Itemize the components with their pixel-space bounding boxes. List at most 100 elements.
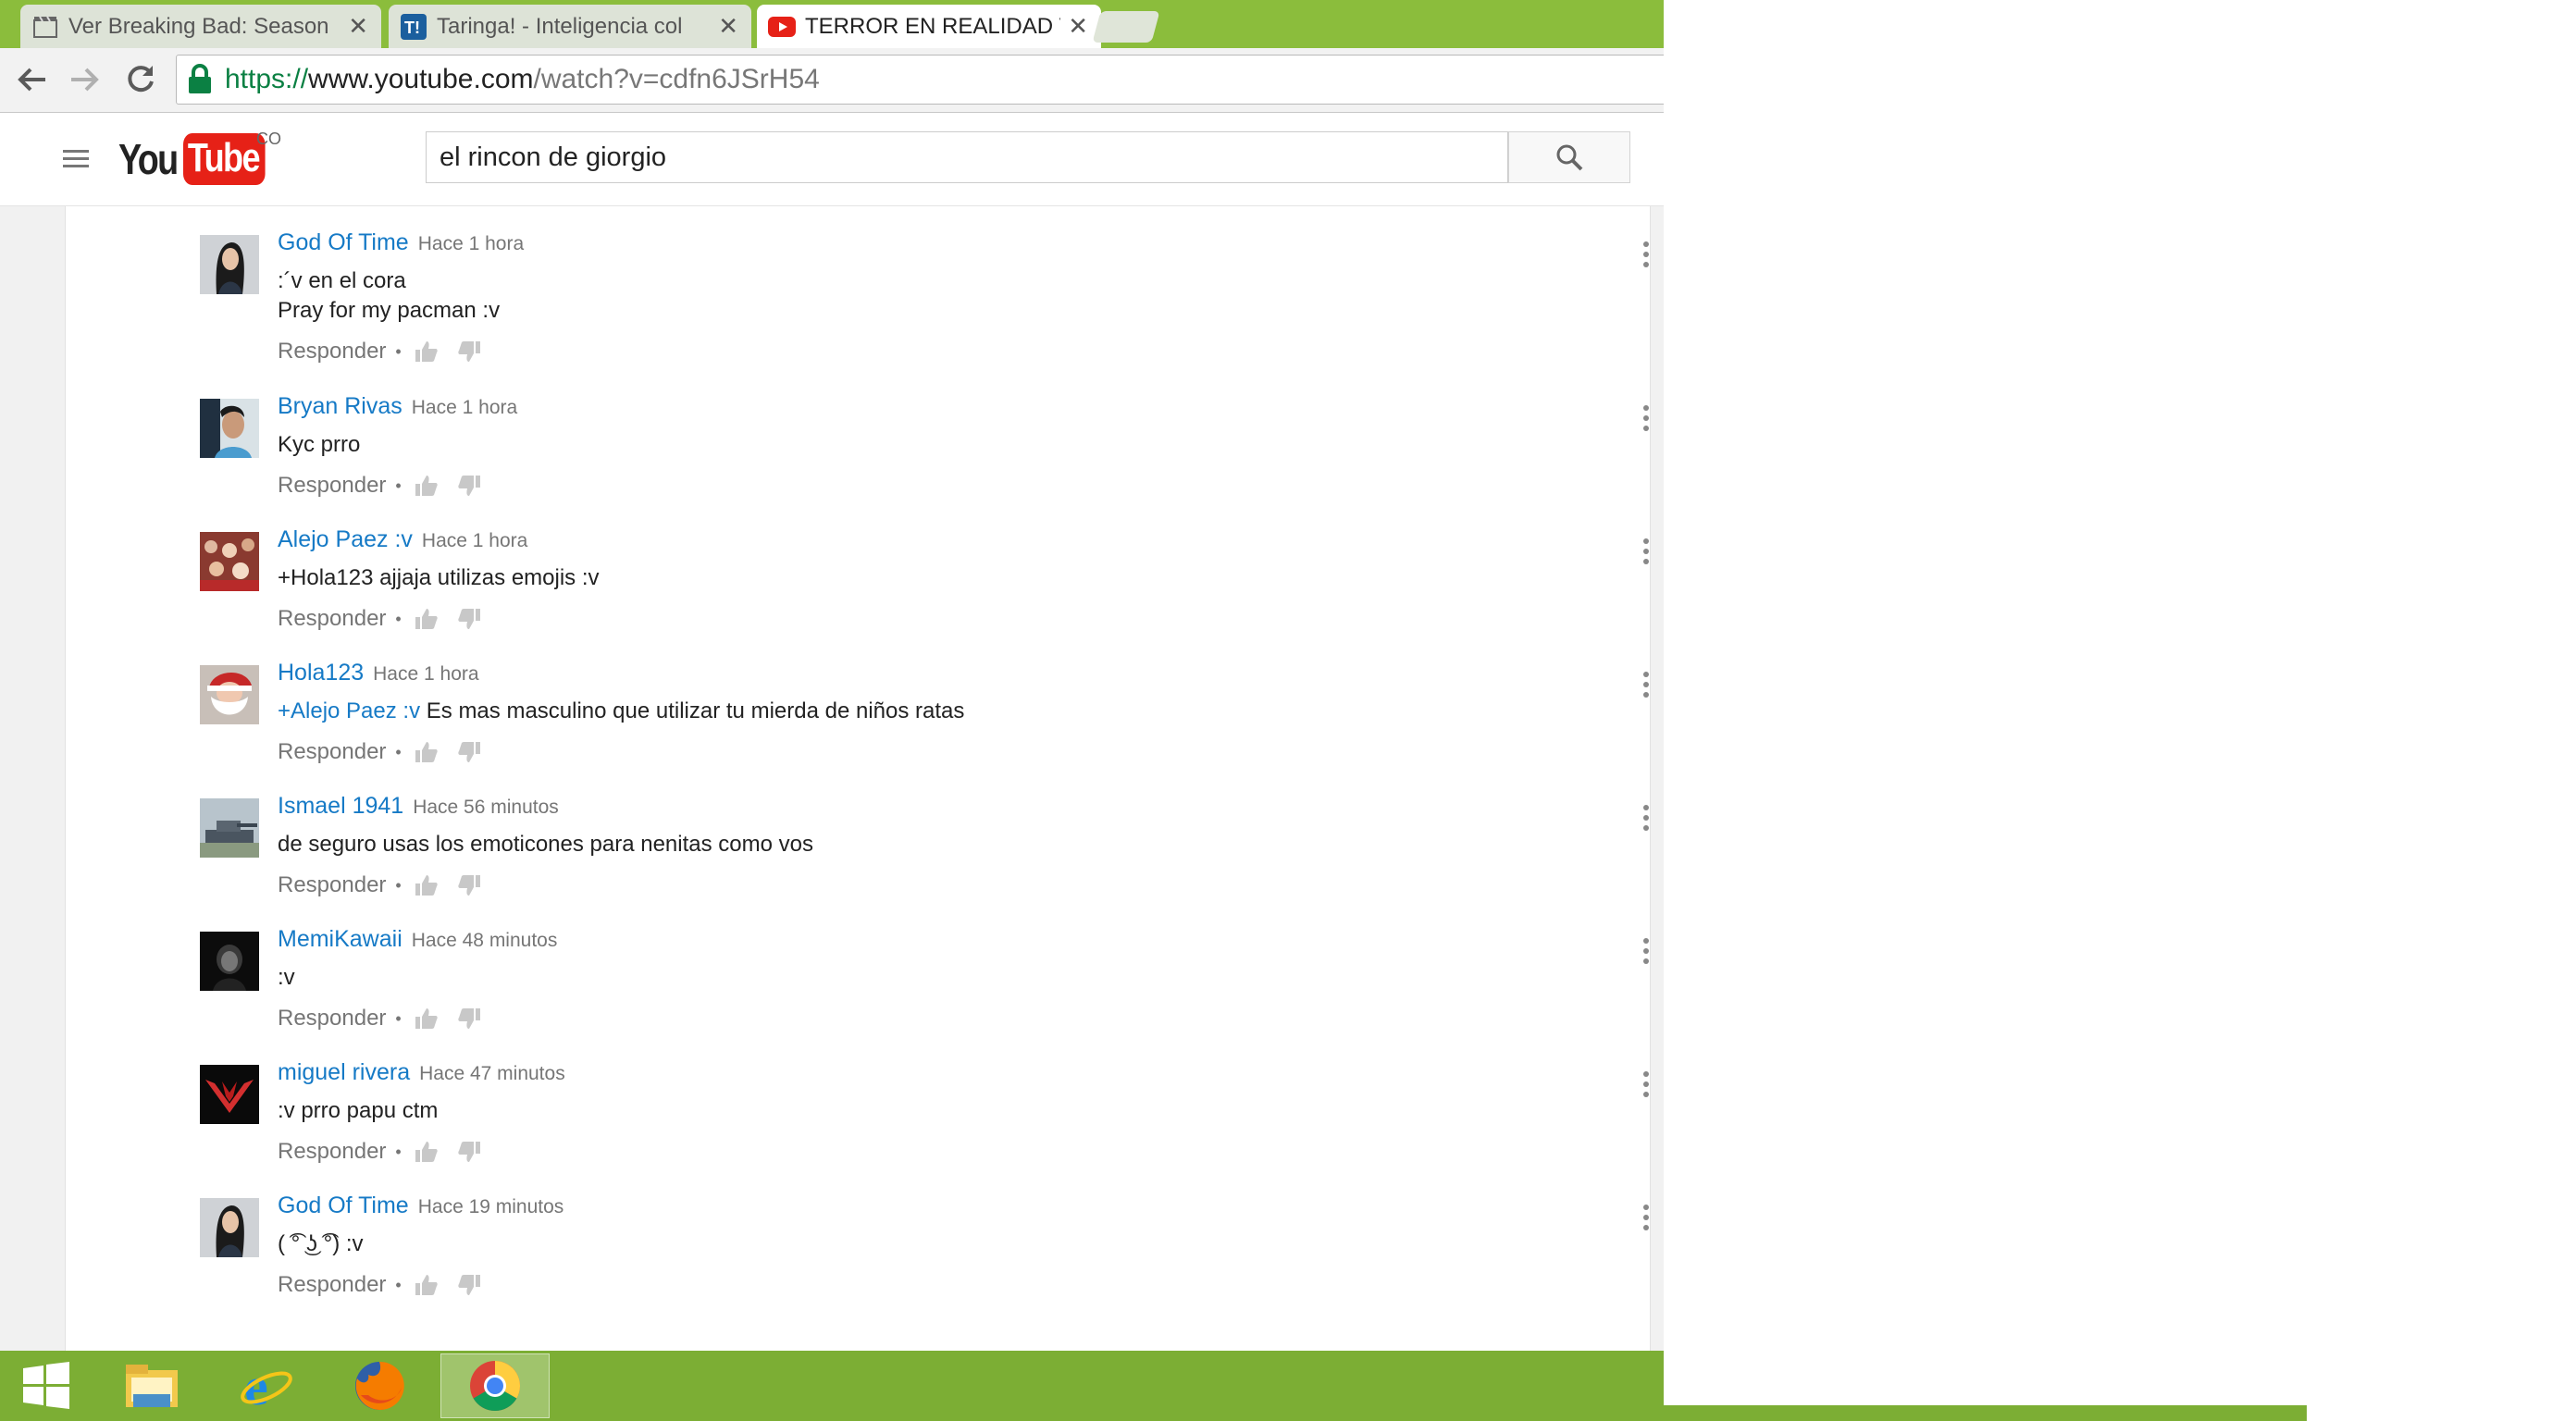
close-tab-icon[interactable]: ✕ — [718, 12, 738, 41]
comment-timestamp[interactable]: Hace 1 hora — [422, 530, 527, 551]
comment-timestamp[interactable]: Hace 48 minutos — [412, 930, 558, 951]
firefox-icon — [355, 1361, 404, 1410]
thumbs-down-icon[interactable] — [455, 472, 483, 500]
comment-line: :v — [278, 963, 295, 993]
comment-author[interactable]: Alejo Paez :v — [278, 526, 413, 552]
reply-button[interactable]: Responder — [278, 473, 386, 499]
comment-author[interactable]: Hola123 — [278, 660, 364, 686]
search-button[interactable] — [1508, 131, 1630, 183]
separator-dot: • — [395, 1275, 402, 1294]
tab-youtube-video[interactable]: TERROR EN REALIDAD VIF ✕ — [757, 5, 1101, 48]
windows-start-icon — [23, 1362, 69, 1409]
screen: Ver Breaking Bad: Season ✕ T! Taringa! -… — [0, 0, 1664, 1421]
comment-timestamp[interactable]: Hace 47 minutos — [419, 1063, 565, 1084]
thumbs-up-icon[interactable] — [413, 1271, 440, 1299]
comment-actions: Responder • — [278, 871, 555, 900]
lock-icon — [189, 64, 211, 93]
mention-link[interactable]: +Alejo Paez :v — [278, 698, 420, 723]
comment-text: ( ͡° ͜ʖ ͡°) :v — [278, 1231, 364, 1256]
reply-button[interactable]: Responder — [278, 606, 386, 632]
separator-dot: • — [395, 875, 402, 895]
more-options-icon[interactable] — [1641, 241, 1652, 268]
avatar[interactable] — [200, 665, 259, 724]
back-arrow-icon — [18, 68, 45, 92]
address-bar[interactable]: https://www.youtube.com/watch?v=cdfn6JSr… — [176, 55, 1664, 105]
reply-button[interactable]: Responder — [278, 739, 386, 765]
thumbs-down-icon[interactable] — [455, 605, 483, 633]
tab-breaking-bad[interactable]: Ver Breaking Bad: Season ✕ — [20, 5, 381, 48]
thumbs-down-icon[interactable] — [455, 1138, 483, 1166]
windows-start-button[interactable] — [13, 1353, 80, 1418]
comment: miguel rivera Hace 47 minutos:v prro papu… — [200, 1059, 1649, 1192]
thumbs-down-icon[interactable] — [455, 738, 483, 766]
url-scheme: https:// — [225, 64, 309, 94]
thumbs-up-icon[interactable] — [413, 472, 440, 500]
tab-taringa[interactable]: T! Taringa! - Inteligencia col ✕ — [389, 5, 751, 48]
close-tab-icon[interactable]: ✕ — [1068, 12, 1088, 41]
avatar[interactable] — [200, 932, 259, 991]
thumbs-up-icon[interactable] — [413, 738, 440, 766]
new-tab-button[interactable] — [1092, 11, 1160, 43]
comment-text: :v — [278, 965, 295, 990]
tab-title: Ver Breaking Bad: Season — [68, 13, 329, 39]
comment-timestamp[interactable]: Hace 56 minutos — [413, 797, 559, 818]
more-options-icon[interactable] — [1641, 671, 1652, 698]
more-options-icon[interactable] — [1641, 404, 1652, 432]
separator-dot: • — [395, 341, 402, 361]
reply-button[interactable]: Responder — [278, 339, 386, 365]
more-options-icon[interactable] — [1641, 1070, 1652, 1098]
avatar[interactable] — [200, 532, 259, 591]
file-explorer-button[interactable] — [118, 1353, 185, 1418]
firefox-button[interactable] — [346, 1353, 413, 1418]
thumbs-up-icon[interactable] — [413, 605, 440, 633]
forward-arrow-icon — [71, 68, 99, 92]
comment-author[interactable]: MemiKawaii — [278, 926, 402, 952]
reply-button[interactable]: Responder — [278, 1006, 386, 1032]
comment: MemiKawaii Hace 48 minutos:v Responder • — [200, 926, 1649, 1059]
forward-button[interactable] — [67, 61, 104, 98]
back-button[interactable] — [13, 61, 50, 98]
hamburger-menu-icon[interactable] — [63, 148, 89, 168]
reload-button[interactable] — [122, 61, 159, 98]
thumbs-up-icon[interactable] — [413, 1005, 440, 1032]
comment-author[interactable]: Bryan Rivas — [278, 393, 402, 419]
comment-author[interactable]: Ismael 1941 — [278, 793, 403, 819]
svg-text:T!: T! — [404, 19, 420, 37]
comment-timestamp[interactable]: Hace 1 hora — [412, 397, 517, 418]
close-tab-icon[interactable]: ✕ — [348, 12, 368, 41]
thumbs-up-icon[interactable] — [413, 338, 440, 365]
comment-author[interactable]: miguel rivera — [278, 1059, 410, 1085]
comment-timestamp[interactable]: Hace 1 hora — [373, 663, 478, 685]
search-input[interactable]: el rincon de giorgio — [426, 131, 1508, 183]
comment-timestamp[interactable]: Hace 19 minutos — [418, 1196, 564, 1217]
reply-button[interactable]: Responder — [278, 1139, 386, 1165]
chrome-taskbar-button[interactable] — [440, 1353, 550, 1418]
logo-you: You — [118, 135, 179, 183]
thumbs-up-icon[interactable] — [413, 1138, 440, 1166]
comment: Bryan Rivas Hace 1 hora Kyc prro Responder • — [200, 393, 1649, 526]
thumbs-down-icon[interactable] — [455, 1271, 483, 1299]
avatar[interactable] — [200, 798, 259, 858]
thumbs-down-icon[interactable] — [455, 871, 483, 899]
avatar[interactable] — [200, 235, 259, 294]
reply-button[interactable]: Responder — [278, 1272, 386, 1298]
reply-button[interactable]: Responder — [278, 872, 386, 898]
avatar[interactable] — [200, 1198, 259, 1257]
internet-explorer-button[interactable]: e — [233, 1353, 300, 1418]
more-options-icon[interactable] — [1641, 1204, 1652, 1231]
comment-timestamp[interactable]: Hace 1 hora — [418, 233, 524, 254]
comment-author[interactable]: God Of Time — [278, 229, 409, 255]
avatar[interactable] — [200, 1065, 259, 1124]
more-options-icon[interactable] — [1641, 804, 1652, 832]
thumbs-down-icon[interactable] — [455, 338, 483, 365]
comment-line: ( ͡° ͜ʖ ͡°) :v — [278, 1229, 364, 1259]
thumbs-up-icon[interactable] — [413, 871, 440, 899]
url-path: /watch?v=cdfn6JSrH54 — [533, 64, 820, 94]
logo-tube: Tube — [183, 133, 266, 185]
thumbs-down-icon[interactable] — [455, 1005, 483, 1032]
more-options-icon[interactable] — [1641, 937, 1652, 965]
comment-author[interactable]: God Of Time — [278, 1192, 409, 1218]
search-icon — [1556, 144, 1583, 171]
more-options-icon[interactable] — [1641, 538, 1652, 565]
avatar[interactable] — [200, 399, 259, 458]
